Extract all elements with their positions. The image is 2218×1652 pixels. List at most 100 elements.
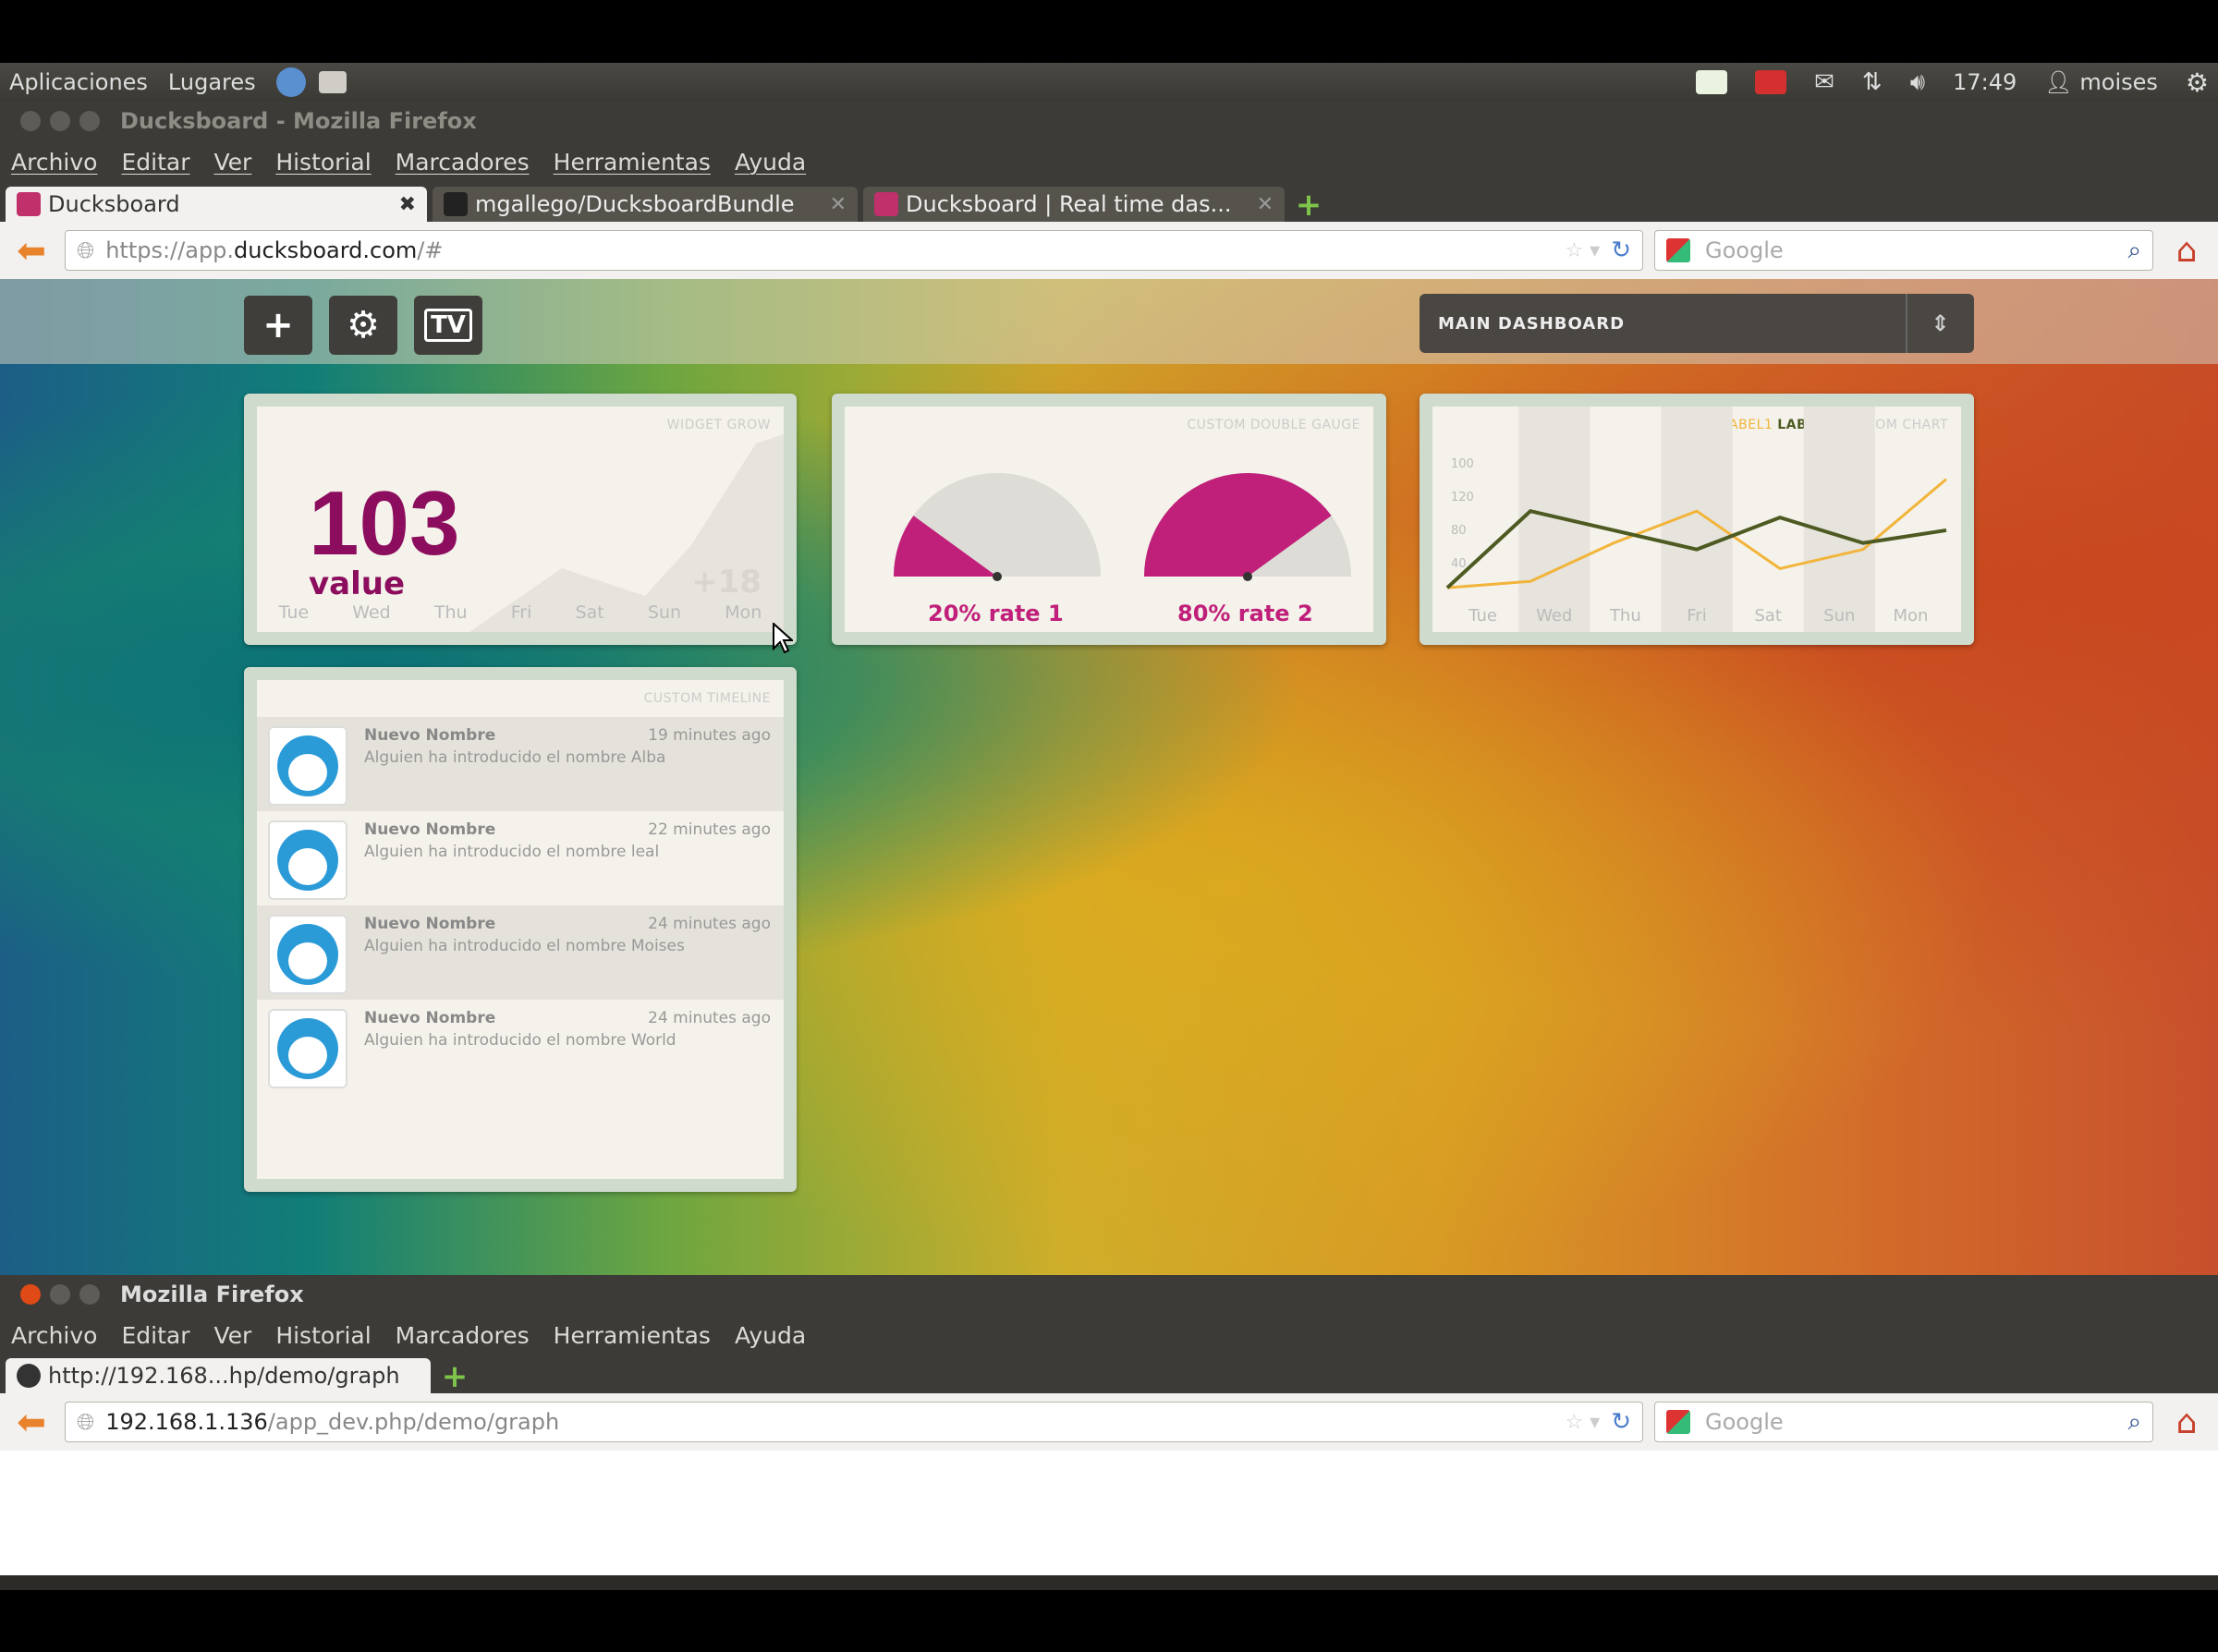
site-identity-icon[interactable]: 🌐︎ — [77, 1409, 94, 1435]
gauge-1-needle-pivot — [993, 572, 1002, 581]
ducksboard-page: + ⚙ TV MAIN DASHBOARD ⇕ WIDGET GROW 103 … — [0, 279, 2218, 1295]
user-menu[interactable]: 👤︎ moises — [2044, 69, 2158, 95]
search-icon[interactable]: ⌕ — [2127, 1408, 2141, 1437]
dashboard-selector[interactable]: MAIN DASHBOARD ⇕ — [1420, 294, 1974, 353]
close-window-button[interactable] — [20, 1284, 41, 1305]
timeline-item-text: Alguien ha introducido el nombre World — [364, 1031, 676, 1050]
line-chart-widget[interactable]: LABEL1 LABEL2 CUSTOM CHART 1001208040Tue… — [1420, 394, 1974, 645]
minimize-window-button[interactable] — [50, 1284, 70, 1305]
tab-github[interactable]: mgallego/DucksboardBundle ✕ — [433, 187, 858, 222]
reload-icon[interactable]: ↻ — [1611, 1408, 1631, 1436]
menu-herramientas[interactable]: Herramientas — [554, 149, 711, 176]
add-widget-button[interactable]: + — [244, 296, 312, 355]
timeline-item[interactable]: Nuevo Nombre Alguien ha introducido el n… — [257, 717, 784, 811]
applications-menu[interactable]: Aplicaciones — [9, 69, 148, 95]
clock[interactable]: 17:49 — [1953, 69, 2017, 95]
menu-marcadores[interactable]: Marcadores — [396, 1322, 530, 1349]
y-tick-label: 80 — [1451, 524, 1467, 538]
y-tick-label: 40 — [1451, 557, 1467, 571]
timeline-item[interactable]: Nuevo Nombre Alguien ha introducido el n… — [257, 905, 784, 1000]
window-title: Mozilla Firefox — [120, 1282, 304, 1307]
menu-ver[interactable]: Ver — [213, 149, 251, 176]
settings-gear-icon[interactable]: ⚙ — [2186, 67, 2209, 98]
menu-archivo[interactable]: Archivo — [11, 1322, 97, 1349]
settings-button[interactable]: ⚙ — [329, 296, 397, 355]
new-tab-plus-icon[interactable]: + — [1290, 187, 1327, 224]
bookmark-star-icon[interactable]: ☆ ▾ — [1565, 1411, 1600, 1434]
timeline-item-title: Nuevo Nombre — [364, 820, 496, 839]
menu-ayuda[interactable]: Ayuda — [735, 149, 806, 176]
doraemon-avatar-icon — [277, 830, 338, 891]
widget-title: CUSTOM TIMELINE — [643, 691, 771, 706]
url-bar[interactable]: 🌐︎ https://app. ducksboard.com/# ☆ ▾ ↻ — [65, 230, 1643, 271]
updown-arrows-icon[interactable]: ⇕ — [1906, 294, 1974, 353]
tv-label: TV — [424, 309, 472, 342]
stop-icon[interactable] — [1755, 70, 1787, 94]
gear-icon: ⚙ — [347, 304, 380, 346]
avatar — [268, 1009, 347, 1088]
menu-archivo[interactable]: Archivo — [11, 149, 97, 176]
close-tab-icon[interactable]: ✖ — [399, 193, 416, 216]
search-icon[interactable]: ⌕ — [2127, 237, 2141, 265]
gauge-2-label: 80% rate 2 — [1177, 601, 1313, 626]
maximize-window-button[interactable] — [79, 111, 100, 131]
volume-icon[interactable]: 🔊︎ — [1910, 68, 1925, 97]
bookmark-star-icon[interactable]: ☆ ▾ — [1565, 239, 1600, 262]
timeline-item[interactable]: Nuevo Nombre Alguien ha introducido el n… — [257, 1000, 784, 1094]
gauges-svg — [894, 472, 1351, 581]
maximize-window-button[interactable] — [79, 1284, 100, 1305]
network-launcher-icon[interactable] — [318, 71, 347, 93]
line-chart-svg: 100 120 80 40 Tue Wed Thu Fri Sat Sun Mon — [1445, 407, 1947, 632]
back-arrow-icon[interactable]: ⬅ — [9, 1402, 54, 1442]
back-arrow-icon[interactable]: ⬅ — [9, 230, 54, 271]
timeline-item-text: Alguien ha introducido el nombre Moises — [364, 937, 685, 955]
day-label: Wed — [352, 602, 391, 623]
day-label: Mon — [725, 602, 762, 623]
close-tab-icon[interactable]: ✕ — [830, 193, 847, 216]
menu-historial[interactable]: Historial — [275, 1322, 371, 1349]
mail-icon[interactable]: ✉ — [1814, 68, 1834, 96]
counter-delta: +18 — [691, 564, 762, 601]
x-tick-label: Thu — [1609, 606, 1641, 626]
google-engine-icon[interactable] — [1666, 238, 1690, 262]
x-tick-label: Wed — [1536, 606, 1572, 626]
close-window-button[interactable] — [20, 111, 41, 131]
tab-ducksboard[interactable]: Ducksboard ✖ — [6, 187, 427, 222]
menu-ayuda[interactable]: Ayuda — [735, 1322, 806, 1349]
site-identity-icon[interactable]: 🌐︎ — [77, 237, 94, 263]
menu-marcadores[interactable]: Marcadores — [396, 149, 530, 176]
tv-mode-button[interactable]: TV — [414, 296, 482, 355]
network-icon[interactable]: ⇅ — [1862, 68, 1883, 96]
home-icon[interactable]: ⌂ — [2164, 1403, 2209, 1441]
timeline-widget[interactable]: CUSTOM TIMELINE Nuevo Nombre Alguien ha … — [244, 667, 797, 1192]
tab-label: mgallego/DucksboardBundle — [475, 191, 795, 217]
search-bar[interactable]: Google ⌕ — [1654, 230, 2153, 271]
tab-ducksboard-site[interactable]: Ducksboard | Real time das... ✕ — [863, 187, 1285, 222]
avatar — [268, 915, 347, 994]
double-gauge-widget[interactable]: CUSTOM DOUBLE GAUGE 20% rate 1 80% rate … — [832, 394, 1386, 645]
minimize-window-button[interactable] — [50, 111, 70, 131]
counter-widget[interactable]: WIDGET GROW 103 value +18 Tue Wed Thu Fr… — [244, 394, 797, 645]
new-tab-plus-icon[interactable]: + — [436, 1358, 473, 1395]
menu-herramientas[interactable]: Herramientas — [554, 1322, 711, 1349]
url-suffix: /# — [417, 237, 444, 263]
url-bar[interactable]: 🌐︎ 192.168.1.136/app_dev.php/demo/graph … — [65, 1402, 1643, 1442]
window-title: Ducksboard - Mozilla Firefox — [120, 108, 477, 134]
google-engine-icon[interactable] — [1666, 1410, 1690, 1434]
timeline-item[interactable]: Nuevo Nombre Alguien ha introducido el n… — [257, 811, 784, 905]
dashboard-selector-label: MAIN DASHBOARD — [1438, 313, 1626, 334]
x-tick-label: Tue — [1468, 606, 1497, 626]
browser-launcher-icon[interactable] — [275, 67, 306, 97]
menu-editar[interactable]: Editar — [121, 149, 189, 176]
close-tab-icon[interactable]: ✕ — [1257, 193, 1274, 216]
menu-ver[interactable]: Ver — [213, 1322, 251, 1349]
reload-icon[interactable]: ↻ — [1611, 237, 1631, 264]
menu-historial[interactable]: Historial — [275, 149, 371, 176]
places-menu[interactable]: Lugares — [168, 69, 256, 95]
home-icon[interactable]: ⌂ — [2164, 232, 2209, 270]
menu-editar[interactable]: Editar — [121, 1322, 189, 1349]
x-tick-label: Sun — [1823, 606, 1855, 626]
chat-icon[interactable] — [1696, 70, 1728, 94]
tab-demo-graph[interactable]: http://192.168...hp/demo/graph — [6, 1358, 431, 1393]
search-bar[interactable]: Google ⌕ — [1654, 1402, 2153, 1442]
